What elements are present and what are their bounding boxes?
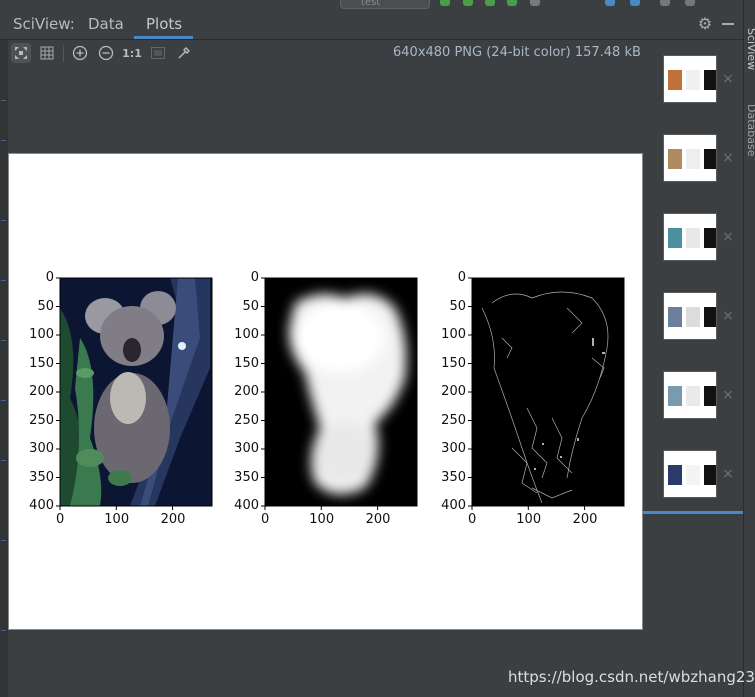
y-tick-label: 200 <box>234 384 259 399</box>
y-tick-label: 200 <box>441 384 466 399</box>
panel-divider <box>643 511 743 514</box>
plot-axes <box>56 277 625 510</box>
y-tick-label: 0 <box>45 270 54 285</box>
editor-gutter <box>0 40 8 697</box>
y-tick-label: 400 <box>29 498 54 513</box>
gear-icon[interactable]: ⚙ <box>696 15 714 33</box>
thumbnail-subplot <box>704 307 716 327</box>
y-tick-label: 100 <box>234 327 259 342</box>
y-tick-label: 400 <box>234 498 259 513</box>
thumbnail-subplot <box>668 149 682 169</box>
thumbnail-subplot <box>704 70 716 90</box>
axes-frame-1 <box>59 277 213 507</box>
y-tick-label: 400 <box>441 498 466 513</box>
y-tick-label: 150 <box>29 355 54 371</box>
run-toolbar-peek <box>435 0 715 7</box>
y-tick-label: 300 <box>441 441 466 456</box>
y-tick-label: 100 <box>29 327 54 342</box>
image-toolbar: 1:1 640x480 PNG (24-bit color) 157.48 kB <box>0 40 660 68</box>
y-tick-label: 250 <box>441 412 466 428</box>
thumbnail-subplot <box>704 465 716 485</box>
y-tick-label: 50 <box>242 298 259 314</box>
y-tick-label: 50 <box>449 298 466 314</box>
plot-thumbnail[interactable] <box>663 450 717 498</box>
thumbnail-subplot <box>704 149 716 169</box>
y-tick-label: 0 <box>457 270 466 285</box>
close-icon[interactable]: × <box>721 388 735 402</box>
y-tick-label: 0 <box>250 270 259 285</box>
zoom-out-icon[interactable] <box>96 43 116 63</box>
close-icon[interactable]: × <box>721 467 735 481</box>
grid-icon[interactable] <box>37 43 57 63</box>
thumbnail-subplot <box>668 307 682 327</box>
x-tick-label: 200 <box>160 512 186 527</box>
thumbnail-subplot <box>668 465 682 485</box>
x-tick-label: 0 <box>56 512 65 527</box>
thumbnail-subplot <box>686 70 700 90</box>
tool-window-header: test SciView: Data Plots ⚙ <box>0 0 755 40</box>
thumbnail-subplot <box>668 70 682 90</box>
fit-zoom-icon[interactable] <box>11 43 31 63</box>
x-tick-label: 0 <box>468 512 477 527</box>
plot-thumbnail[interactable] <box>663 371 717 419</box>
close-icon[interactable]: × <box>721 72 735 86</box>
plot-thumbnail[interactable] <box>663 134 717 182</box>
plot-thumbnail[interactable] <box>663 55 717 103</box>
plot-thumbnail[interactable] <box>663 292 717 340</box>
run-config-selector[interactable]: test <box>340 0 430 9</box>
y-tick-label: 100 <box>441 327 466 342</box>
thumbnail-subplot <box>686 149 700 169</box>
y-tick-label: 200 <box>29 384 54 399</box>
y-tick-label: 150 <box>441 355 466 371</box>
tab-data[interactable]: Data <box>88 15 124 33</box>
x-tick-label: 100 <box>309 512 335 527</box>
thumbnail-subplot <box>686 465 700 485</box>
zoom-in-icon[interactable] <box>70 43 90 63</box>
close-icon[interactable]: × <box>721 151 735 165</box>
y-tick-label: 350 <box>441 469 466 485</box>
background-icon[interactable] <box>148 43 168 63</box>
watermark: https://blog.csdn.net/wbzhang233 <box>508 668 755 686</box>
y-tick-label: 250 <box>29 412 54 428</box>
sciview-side-tab[interactable]: SciView <box>745 28 755 70</box>
x-tick-label: 0 <box>261 512 270 527</box>
x-tick-label: 200 <box>365 512 391 527</box>
color-picker-icon[interactable] <box>174 43 194 63</box>
thumbnail-subplot <box>668 228 682 248</box>
x-tick-label: 200 <box>572 512 598 527</box>
x-tick-label: 100 <box>104 512 130 527</box>
thumbnail-subplot <box>668 386 682 406</box>
y-tick-label: 300 <box>29 441 54 456</box>
y-tick-label: 50 <box>37 298 54 314</box>
close-icon[interactable]: × <box>721 230 735 244</box>
active-tab-indicator <box>134 36 193 39</box>
minimize-icon[interactable] <box>722 23 734 25</box>
plot-image-canvas: 0 50 100 150 200 250 300 350 400 0 100 200 0 50 100 150… <box>8 153 643 630</box>
tool-window-title: SciView: <box>13 15 75 33</box>
y-tick-label: 250 <box>234 412 259 428</box>
close-icon[interactable]: × <box>721 309 735 323</box>
thumbnail-subplot <box>686 228 700 248</box>
y-tick-label: 350 <box>234 469 259 485</box>
tab-plots[interactable]: Plots <box>146 15 182 33</box>
actual-size-button[interactable]: 1:1 <box>122 43 142 63</box>
plot-thumbnail[interactable] <box>663 213 717 261</box>
axes-frame-2 <box>264 277 418 507</box>
thumbnail-subplot <box>686 386 700 406</box>
y-tick-label: 300 <box>234 441 259 456</box>
y-tick-label: 150 <box>234 355 259 371</box>
thumbnail-subplot <box>704 386 716 406</box>
y-tick-label: 350 <box>29 469 54 485</box>
plot-thumbnails-panel: × × × × × × <box>643 40 755 515</box>
axes-frame-3 <box>471 277 625 507</box>
thumbnail-subplot <box>704 228 716 248</box>
thumbnail-subplot <box>686 307 700 327</box>
database-side-tab[interactable]: Database <box>745 104 755 157</box>
image-info-label: 640x480 PNG (24-bit color) 157.48 kB <box>393 45 641 60</box>
x-tick-label: 100 <box>516 512 542 527</box>
